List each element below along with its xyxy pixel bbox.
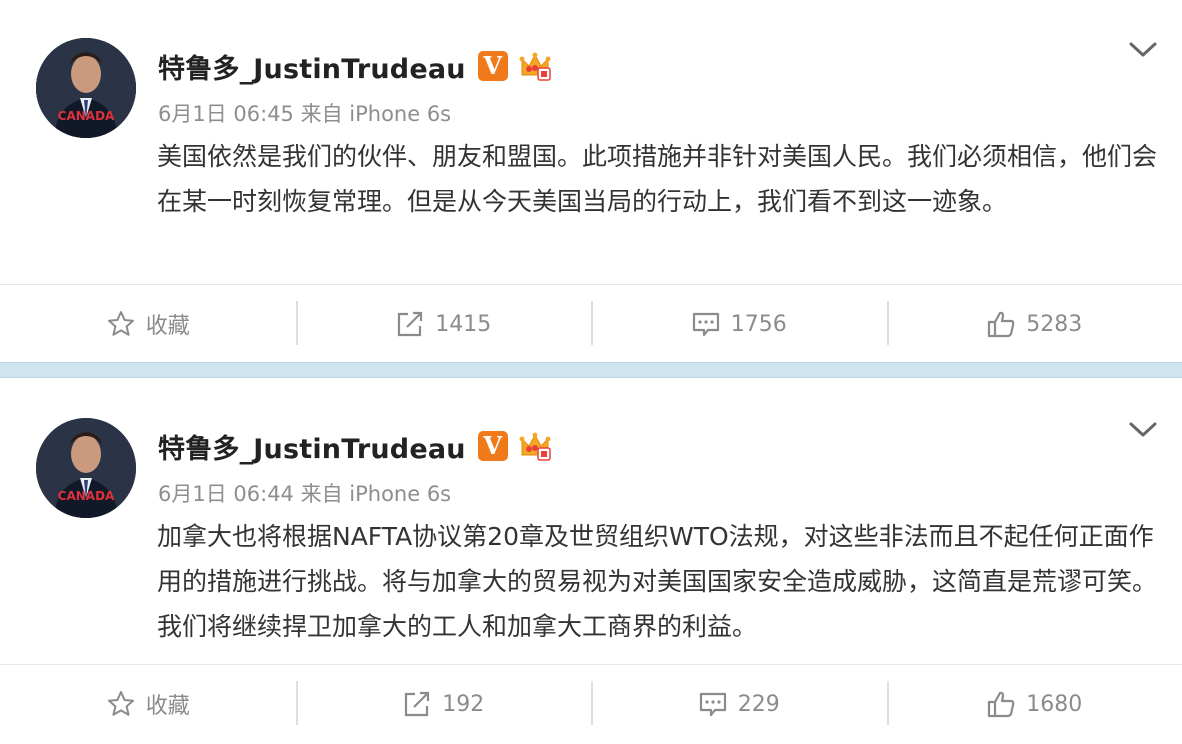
repost-count: 1415 — [435, 311, 492, 337]
comment-icon — [692, 312, 719, 337]
star-icon — [107, 691, 134, 716]
author-row: 特鲁多_JustinTrudeau V — [158, 47, 552, 86]
chevron-down-icon[interactable] — [1126, 418, 1160, 442]
comment-button[interactable]: 229 — [591, 665, 887, 743]
crown-icon[interactable] — [518, 429, 552, 463]
comment-icon — [699, 692, 726, 717]
post-separator — [0, 362, 1182, 378]
star-icon — [107, 311, 134, 336]
repost-button[interactable]: 192 — [295, 665, 592, 743]
crown-icon[interactable] — [518, 49, 552, 83]
favorite-label: 收藏 — [145, 694, 190, 719]
verified-v-icon: V — [477, 51, 508, 81]
verified-v-icon: V — [477, 431, 508, 461]
post-content: 美国依然是我们的伙伴、朋友和盟国。此项措施并非针对美国人民。我们必须相信，他们会… — [157, 142, 1158, 216]
like-button[interactable]: 5283 — [886, 285, 1182, 363]
comment-count: 229 — [737, 691, 780, 717]
post-meta: 6月1日 06:44 来自 iPhone 6s — [158, 482, 452, 506]
repost-icon — [398, 311, 423, 337]
thumbs-up-icon — [988, 691, 1015, 718]
weibo-post: CANADA 特鲁多_JustinTrudeau V 6月1日 06:44 来自… — [0, 378, 1182, 744]
weibo-post: CANADA 特鲁多_JustinTrudeau V 6月1日 06:45 来自… — [0, 0, 1182, 362]
comment-count: 1756 — [730, 311, 787, 337]
avatar[interactable]: CANADA — [36, 38, 136, 138]
avatar-image: CANADA — [36, 38, 136, 138]
avatar-caption: CANADA — [58, 489, 115, 503]
author-name[interactable]: 特鲁多_JustinTrudeau — [158, 427, 466, 466]
favorite-label: 收藏 — [145, 314, 190, 339]
post-meta: 6月1日 06:45 来自 iPhone 6s — [158, 102, 452, 126]
like-count: 1680 — [1026, 691, 1083, 717]
avatar[interactable]: CANADA — [36, 418, 136, 518]
action-bar: 收藏 192 229 1680 — [0, 664, 1182, 743]
action-bar: 收藏 1415 1756 5283 — [0, 284, 1182, 363]
favorite-button[interactable]: 收藏 — [0, 665, 296, 743]
favorite-button[interactable]: 收藏 — [0, 285, 296, 363]
avatar-caption: CANADA — [58, 109, 115, 123]
author-row: 特鲁多_JustinTrudeau V — [158, 427, 552, 466]
comment-button[interactable]: 1756 — [591, 285, 887, 363]
repost-count: 192 — [442, 691, 485, 717]
thumbs-up-icon — [988, 311, 1015, 338]
like-button[interactable]: 1680 — [886, 665, 1182, 743]
post-content: 加拿大也将根据NAFTA协议第20章及世贸组织WTO法规，对这些非法而且不起任何… — [157, 522, 1158, 641]
author-name[interactable]: 特鲁多_JustinTrudeau — [158, 47, 466, 86]
repost-icon — [405, 691, 430, 717]
repost-button[interactable]: 1415 — [295, 285, 592, 363]
like-count: 5283 — [1026, 311, 1083, 337]
chevron-down-icon[interactable] — [1126, 38, 1160, 62]
avatar-image: CANADA — [36, 418, 136, 518]
